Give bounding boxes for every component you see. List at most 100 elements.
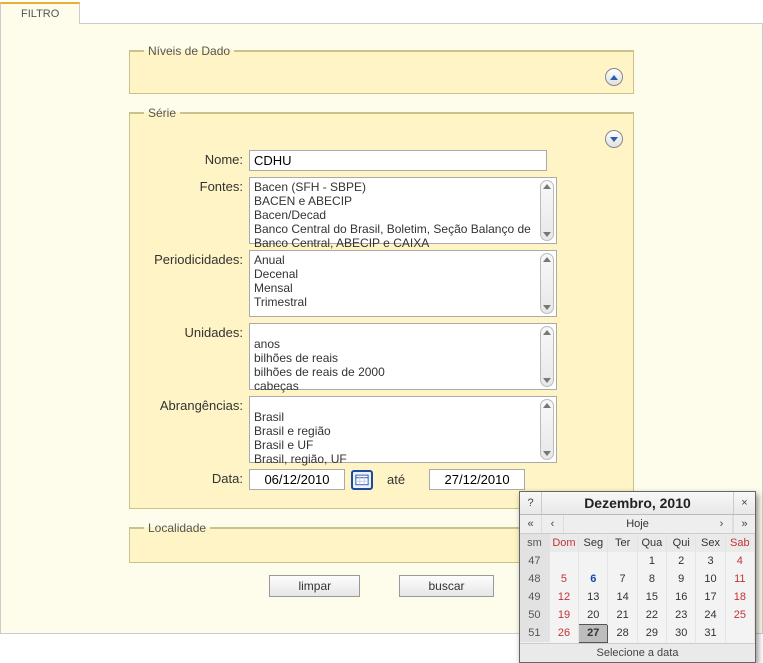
list-item[interactable]: bilhões de reais de 2000 <box>254 365 552 379</box>
calendar-day[interactable]: 21 <box>608 606 637 624</box>
calendar-day[interactable]: 9 <box>667 570 696 588</box>
list-item[interactable]: Brasil e UF <box>254 438 552 452</box>
calendar-grid: sm Dom Seg Ter Qua Qui Sex Sab 471234485… <box>520 534 755 643</box>
calendar-day <box>725 624 754 642</box>
scrollbar[interactable] <box>540 326 554 387</box>
calendar-day[interactable]: 10 <box>696 570 725 588</box>
weeknum-cell: 51 <box>520 624 549 642</box>
list-item[interactable]: BACEN e ABECIP <box>254 194 552 208</box>
scrollbar[interactable] <box>540 399 554 460</box>
calendar-popup: ? Dezembro, 2010 × « ‹ Hoje › » sm Dom S… <box>519 491 756 663</box>
calendar-day[interactable]: 14 <box>608 588 637 606</box>
list-item[interactable]: Decenal <box>254 267 552 281</box>
list-item[interactable]: Bacen (SFH - SBPE) <box>254 180 552 194</box>
list-item[interactable]: Brasil e região <box>254 424 552 438</box>
calendar-today-button[interactable]: Hoje <box>564 515 711 533</box>
list-item[interactable]: anos <box>254 337 552 351</box>
buscar-button[interactable]: buscar <box>399 575 493 597</box>
tab-filtro[interactable]: FILTRO <box>0 2 80 25</box>
calendar-first-button[interactable]: « <box>520 515 542 533</box>
list-item[interactable]: cabeças <box>254 379 552 393</box>
calendar-day[interactable]: 23 <box>667 606 696 624</box>
weeknum-cell: 48 <box>520 570 549 588</box>
calendar-last-button[interactable]: » <box>733 515 755 533</box>
calendar-day[interactable]: 20 <box>579 606 608 624</box>
calendar-day[interactable]: 26 <box>549 624 578 642</box>
data-ate-input[interactable] <box>429 469 525 490</box>
calendar-day[interactable]: 1 <box>637 552 666 570</box>
calendar-day[interactable]: 2 <box>667 552 696 570</box>
calendar-day[interactable]: 15 <box>637 588 666 606</box>
calendar-day[interactable]: 24 <box>696 606 725 624</box>
list-item[interactable]: bilhões de reais <box>254 351 552 365</box>
limpar-button[interactable]: limpar <box>269 575 360 597</box>
calendar-day[interactable]: 19 <box>549 606 578 624</box>
calendar-day[interactable]: 3 <box>696 552 725 570</box>
label-unidades: Unidades: <box>144 323 249 390</box>
calendar-icon[interactable] <box>351 470 373 490</box>
calendar-day[interactable]: 6 <box>579 570 608 588</box>
collapse-niveis-icon[interactable] <box>605 68 623 86</box>
legend-serie: Série <box>144 106 180 120</box>
fieldset-niveis-de-dado: Níveis de Dado <box>129 44 634 94</box>
list-item[interactable]: Mensal <box>254 281 552 295</box>
calendar-day[interactable]: 31 <box>696 624 725 642</box>
label-fontes: Fontes: <box>144 177 249 244</box>
calendar-day <box>549 552 578 570</box>
calendar-day[interactable]: 8 <box>637 570 666 588</box>
list-item[interactable]: Banco Central, ABECIP e CAIXA <box>254 236 552 250</box>
tab-bar: FILTRO <box>0 0 763 24</box>
weeknum-cell: 49 <box>520 588 549 606</box>
periodicidades-listbox[interactable]: Anual Decenal Mensal Trimestral <box>249 250 557 317</box>
list-item[interactable]: Anual <box>254 253 552 267</box>
calendar-day[interactable]: 27 <box>579 624 608 642</box>
calendar-next-button[interactable]: › <box>711 515 733 533</box>
calendar-day[interactable]: 17 <box>696 588 725 606</box>
day-header: Ter <box>608 534 637 552</box>
calendar-day[interactable]: 5 <box>549 570 578 588</box>
calendar-prev-button[interactable]: ‹ <box>542 515 564 533</box>
calendar-day[interactable]: 16 <box>667 588 696 606</box>
calendar-title[interactable]: Dezembro, 2010 <box>542 492 733 514</box>
collapse-serie-icon[interactable] <box>605 130 623 148</box>
calendar-day[interactable]: 4 <box>725 552 754 570</box>
calendar-help-button[interactable]: ? <box>520 492 542 514</box>
calendar-day[interactable]: 7 <box>608 570 637 588</box>
data-de-input[interactable] <box>249 469 345 490</box>
calendar-day[interactable]: 30 <box>667 624 696 642</box>
calendar-day[interactable]: 22 <box>637 606 666 624</box>
calendar-day[interactable]: 13 <box>579 588 608 606</box>
weeknum-cell: 47 <box>520 552 549 570</box>
legend-localidade: Localidade <box>144 521 210 535</box>
list-item[interactable]: Bacen/Decad <box>254 208 552 222</box>
day-header: Sex <box>696 534 725 552</box>
calendar-close-button[interactable]: × <box>733 492 755 514</box>
weeknum-header: sm <box>520 534 549 552</box>
scrollbar[interactable] <box>540 253 554 314</box>
list-item[interactable]: Banco Central do Brasil, Boletim, Seção … <box>254 222 552 236</box>
abrangencias-listbox[interactable]: Brasil Brasil e região Brasil e UF Brasi… <box>249 396 557 463</box>
label-abrangencias: Abrangências: <box>144 396 249 463</box>
scrollbar[interactable] <box>540 180 554 241</box>
unidades-listbox[interactable]: anos bilhões de reais bilhões de reais d… <box>249 323 557 390</box>
calendar-day[interactable]: 11 <box>725 570 754 588</box>
day-header: Seg <box>579 534 608 552</box>
nome-input[interactable] <box>249 150 547 171</box>
fieldset-serie: Série Nome: Fontes: Bacen (SFH - SBPE) B… <box>129 106 634 509</box>
day-header: Sab <box>725 534 754 552</box>
fontes-listbox[interactable]: Bacen (SFH - SBPE) BACEN e ABECIP Bacen/… <box>249 177 557 244</box>
calendar-day[interactable]: 12 <box>549 588 578 606</box>
calendar-day[interactable]: 18 <box>725 588 754 606</box>
calendar-day[interactable]: 29 <box>637 624 666 642</box>
calendar-day[interactable]: 28 <box>608 624 637 642</box>
label-nome: Nome: <box>144 150 249 171</box>
calendar-day[interactable]: 25 <box>725 606 754 624</box>
label-data: Data: <box>144 469 249 490</box>
list-item[interactable]: Trimestral <box>254 295 552 309</box>
list-item[interactable]: Brasil <box>254 410 552 424</box>
list-item[interactable]: Brasil, região, UF <box>254 452 552 466</box>
day-header: Qua <box>637 534 666 552</box>
calendar-footer: Selecione a data <box>520 643 755 662</box>
main-panel: Níveis de Dado Série Nome: Fontes: Bacen… <box>0 24 763 634</box>
calendar-day <box>608 552 637 570</box>
